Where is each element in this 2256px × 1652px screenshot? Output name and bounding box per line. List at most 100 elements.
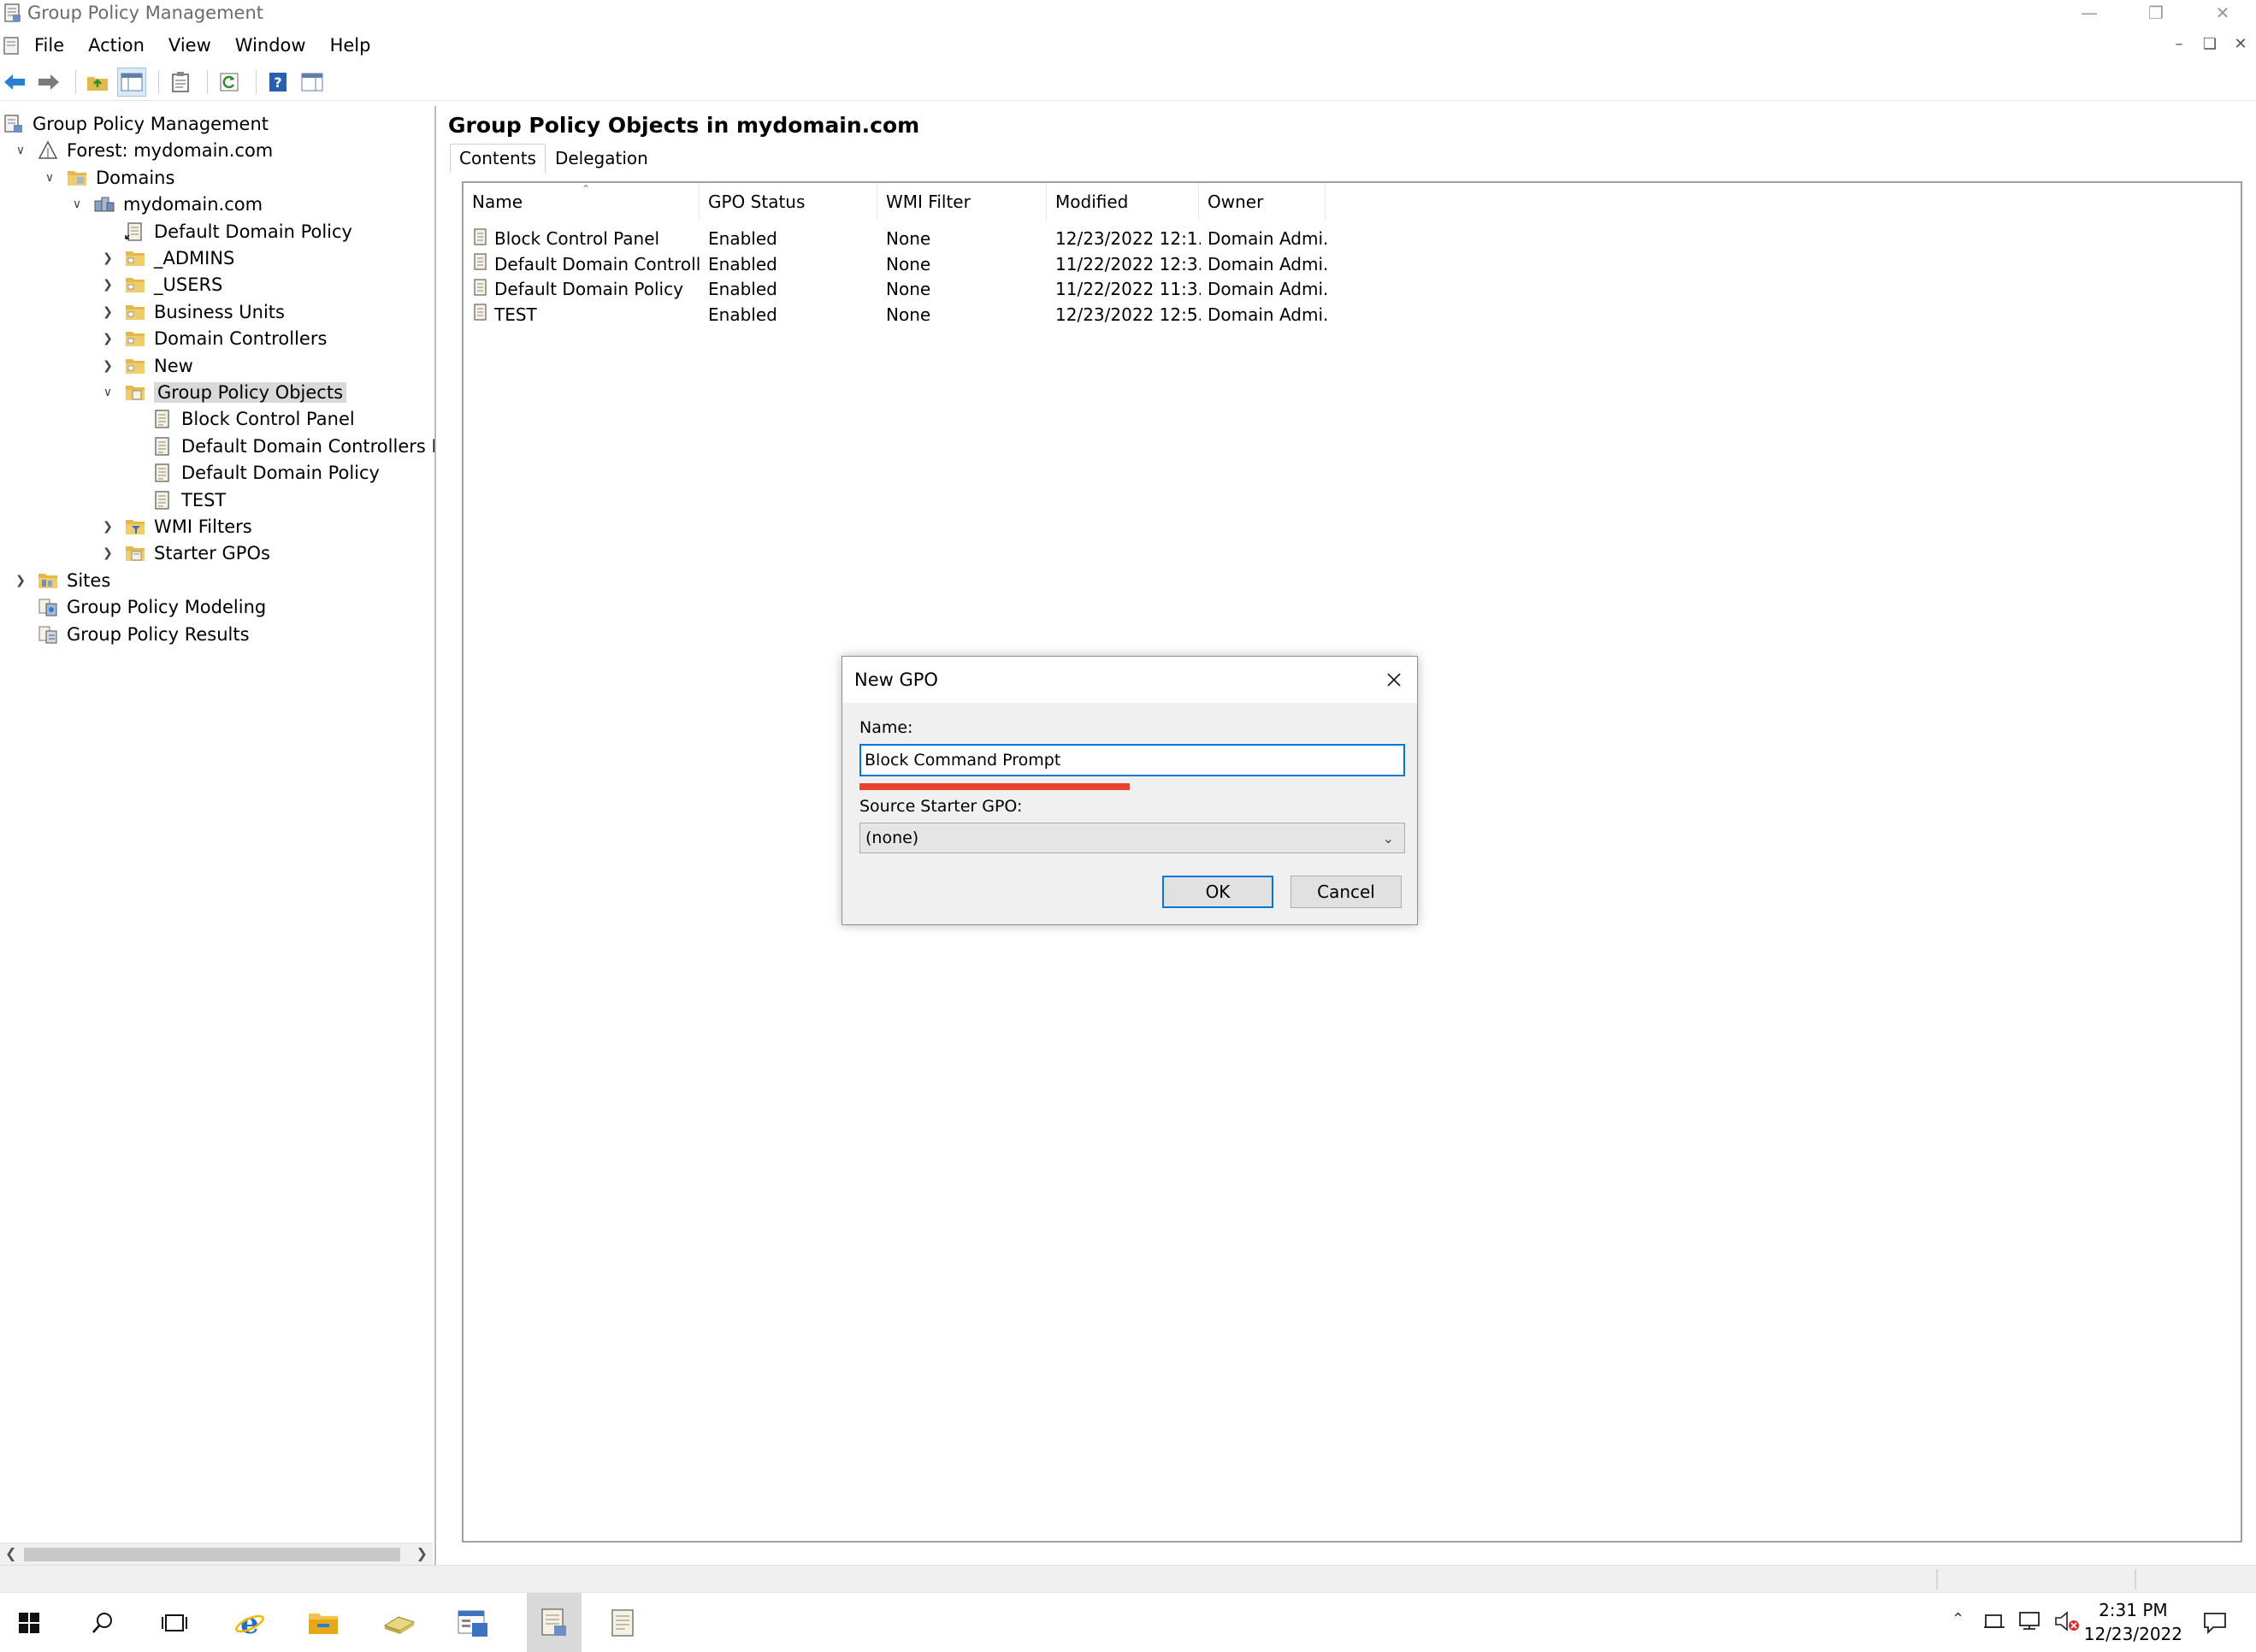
tree-node-users[interactable]: ❯ _USERS	[99, 272, 222, 298]
menu-help[interactable]: Help	[318, 35, 383, 56]
tree-node-group-policy-results[interactable]: Group Policy Results	[12, 622, 250, 647]
tree-node-group-policy-objects[interactable]: ∨ Group Policy Objects	[99, 380, 347, 405]
notifications-icon[interactable]	[2203, 1612, 2227, 1634]
tree-node-wmi-filters[interactable]: ❯ WMI Filters	[99, 514, 252, 540]
collapsed-chevron-icon[interactable]: ❯	[99, 545, 116, 562]
tree-node-starter-gpos[interactable]: ❯ Starter GPOs	[99, 540, 270, 566]
server-manager-button[interactable]	[378, 1603, 419, 1643]
volume-muted-icon[interactable]	[2054, 1610, 2080, 1632]
collapsed-chevron-icon[interactable]: ❯	[99, 250, 116, 267]
expanded-chevron-icon[interactable]: ∨	[41, 169, 58, 186]
tree-node-domains[interactable]: ∨ Domains	[41, 165, 175, 191]
mdi-close-button[interactable]: ✕	[2225, 31, 2256, 56]
menu-action[interactable]: Action	[76, 35, 157, 56]
expanded-chevron-icon[interactable]: ∨	[12, 142, 29, 159]
network-adapter-icon[interactable]	[1982, 1610, 2006, 1631]
help-button[interactable]: ?	[263, 68, 292, 97]
menu-view[interactable]: View	[157, 35, 223, 56]
tree-node-sites[interactable]: ❯ Sites	[12, 568, 110, 593]
cell-gpo-status: Enabled	[708, 251, 879, 277]
tree-node-new[interactable]: ❯ New	[99, 353, 193, 379]
table-row[interactable]: Block Control Panel Enabled None 12/23/2022…	[464, 226, 1327, 251]
show-hide-console-tree-button[interactable]	[117, 67, 146, 97]
tab-contents[interactable]: Contents	[450, 144, 546, 173]
table-row[interactable]: Default Domain Policy Enabled None 11/22/20…	[464, 276, 1327, 302]
tree-node-label: _USERS	[154, 274, 223, 296]
cell-wmi-filter: None	[886, 226, 1048, 251]
task-view-button[interactable]	[154, 1603, 195, 1643]
cancel-button[interactable]: Cancel	[1290, 876, 1402, 908]
ok-button[interactable]: OK	[1162, 876, 1273, 908]
column-header-name[interactable]: Name	[464, 183, 700, 221]
tree-node-default-domain-controllers-policy[interactable]: Default Domain Controllers Policy	[152, 434, 434, 459]
window-titlebar: Group Policy Management — ❐ ✕	[0, 0, 2256, 26]
source-starter-gpo-select[interactable]: (none) ⌄	[859, 823, 1405, 853]
collapsed-chevron-icon[interactable]: ❯	[99, 304, 116, 321]
column-header-gpo-status[interactable]: GPO Status	[700, 183, 877, 221]
tab-delegation[interactable]: Delegation	[546, 144, 658, 173]
column-header-wmi-filter[interactable]: WMI Filter	[877, 183, 1047, 221]
collapsed-chevron-icon[interactable]: ❯	[99, 330, 116, 347]
server-manager-icon	[383, 1616, 416, 1634]
collapsed-chevron-icon[interactable]: ❯	[99, 518, 116, 535]
gpo-icon	[472, 278, 489, 301]
tree-node-mydomain-com[interactable]: ∨ mydomain.com	[68, 192, 263, 217]
refresh-button[interactable]	[215, 68, 244, 97]
clock-date: 12/23/2022	[2083, 1624, 2182, 1644]
cell-text: Domain Admi...	[1208, 253, 1327, 274]
network-icon[interactable]	[2018, 1610, 2044, 1631]
tree-node-business-units[interactable]: ❯ Business Units	[99, 299, 285, 325]
mdi-minimize-button[interactable]: –	[2164, 31, 2194, 56]
menu-window[interactable]: Window	[223, 35, 318, 56]
minimize-button[interactable]: —	[2056, 0, 2123, 26]
tree-node-default-domain-policy[interactable]: Default Domain Policy	[152, 460, 380, 486]
tree-node-domain-controllers[interactable]: ❯ Domain Controllers	[99, 326, 327, 351]
collapsed-chevron-icon[interactable]: ❯	[12, 572, 29, 589]
expanded-chevron-icon[interactable]: ∨	[99, 384, 116, 401]
start-button[interactable]	[9, 1603, 50, 1643]
tree-node-admins[interactable]: ❯ _ADMINS	[99, 245, 234, 271]
gpo-name-input[interactable]	[859, 744, 1405, 776]
tree-node-label: New	[154, 355, 193, 376]
tree-node-test[interactable]: TEST	[152, 487, 226, 513]
show-action-pane-button[interactable]	[298, 68, 327, 97]
cell-owner: Domain Admi...	[1208, 226, 1327, 251]
active-directory-button[interactable]	[453, 1603, 494, 1643]
domain-icon	[94, 194, 115, 215]
tree-node-default-domain-policy[interactable]: Default Domain Policy	[99, 219, 352, 245]
mdi-restore-button[interactable]: ❏	[2194, 31, 2225, 56]
select-value: (none)	[865, 829, 919, 847]
back-button[interactable]	[0, 68, 29, 97]
show-hidden-icons-chevron[interactable]: ⌃	[1952, 1610, 1964, 1628]
properties-button[interactable]	[166, 68, 195, 97]
tree-node-group-policy-modeling[interactable]: Group Policy Modeling	[12, 594, 266, 620]
table-row[interactable]: Default Domain Controller... Enabled None 1…	[464, 251, 1327, 277]
column-header-modified[interactable]: Modified	[1047, 183, 1199, 221]
tree-node-group-policy-management[interactable]: Group Policy Management	[3, 111, 269, 137]
scroll-right-arrow-icon[interactable]: ❯	[416, 1545, 428, 1561]
system-clock[interactable]: 2:31 PM 12/23/2022	[2084, 1598, 2182, 1646]
console-tree[interactable]: Group Policy Results Group Policy Modelin…	[0, 106, 436, 1565]
scroll-left-arrow-icon[interactable]: ❮	[5, 1545, 16, 1561]
notepad-button[interactable]	[602, 1603, 643, 1643]
internet-explorer-icon: e	[235, 1608, 264, 1638]
dialog-close-button[interactable]	[1381, 667, 1407, 693]
menu-file[interactable]: File	[22, 35, 76, 56]
internet-explorer-button[interactable]: e	[229, 1603, 270, 1643]
group-policy-management-taskbar-button[interactable]	[527, 1593, 582, 1652]
tree-node-block-control-panel[interactable]: Block Control Panel	[152, 406, 355, 432]
tree-node-forest-mydomain-com[interactable]: ∨ Forest: mydomain.com	[12, 138, 273, 163]
search-button[interactable]	[82, 1603, 123, 1643]
collapsed-chevron-icon[interactable]: ❯	[99, 357, 116, 375]
up-folder-button[interactable]	[83, 68, 112, 97]
table-row[interactable]: TEST Enabled None 12/23/2022 12:5... Domain …	[464, 302, 1327, 327]
close-window-button[interactable]: ✕	[2189, 0, 2256, 26]
tree-horizontal-scrollbar[interactable]: ❮ ❯	[0, 1543, 433, 1565]
scrollbar-thumb[interactable]	[24, 1548, 400, 1561]
column-header-owner[interactable]: Owner	[1199, 183, 1326, 221]
expanded-chevron-icon[interactable]: ∨	[68, 196, 86, 213]
collapsed-chevron-icon[interactable]: ❯	[99, 276, 116, 293]
file-explorer-button[interactable]	[303, 1603, 344, 1643]
maximize-button[interactable]: ❐	[2123, 0, 2189, 26]
forward-button[interactable]	[34, 68, 63, 97]
